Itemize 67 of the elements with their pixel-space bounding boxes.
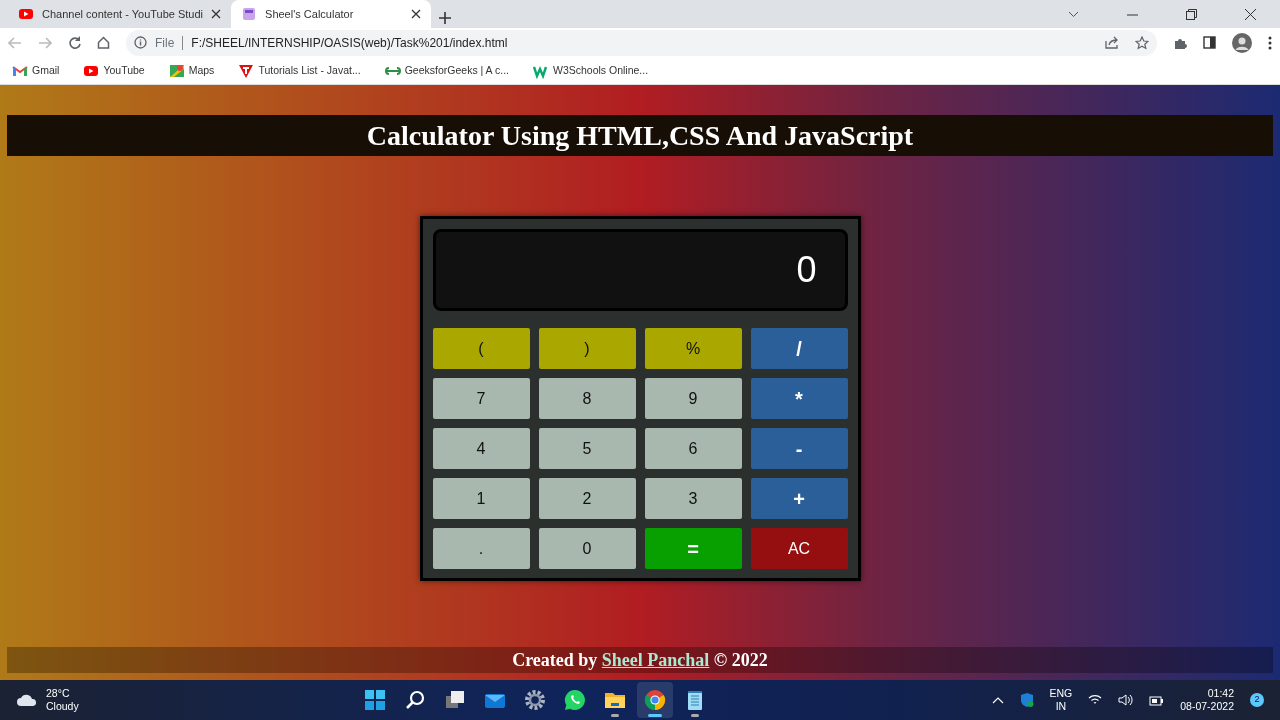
number-key[interactable]: 1	[432, 478, 530, 519]
youtube-icon	[18, 6, 34, 22]
more-menu-icon[interactable]	[1268, 35, 1272, 50]
star-icon[interactable]	[1135, 35, 1149, 50]
restore-icon[interactable]	[1186, 9, 1197, 20]
close-icon[interactable]	[1245, 9, 1256, 20]
function-key[interactable]: %	[644, 328, 742, 369]
home-icon[interactable]	[97, 36, 110, 49]
wifi-icon[interactable]	[1088, 694, 1103, 706]
language-indicator[interactable]: ENG IN	[1049, 686, 1073, 714]
number-key[interactable]: 7	[432, 378, 530, 419]
chevron-up-icon[interactable]	[991, 696, 1004, 704]
triangle-icon	[238, 62, 255, 79]
page-heading: Calculator Using HTML,CSS And JavaScript	[366, 119, 914, 152]
number-key[interactable]: 0	[538, 528, 636, 569]
avatar-icon[interactable]	[1232, 32, 1252, 53]
bookmark[interactable]: YouTube	[79, 62, 149, 79]
close-icon[interactable]	[411, 9, 422, 19]
number-key[interactable]: 9	[644, 378, 742, 419]
bookmark[interactable]: Gmail	[8, 62, 64, 79]
address-bar[interactable]: File F:/SHEEL/INTERNSHIP/OASIS(web)/Task%201/index.html	[126, 29, 1157, 56]
display-screen: 0	[432, 229, 848, 311]
cloud-icon	[16, 693, 38, 707]
shield-icon[interactable]	[1019, 692, 1034, 708]
operator-key[interactable]: /	[750, 328, 848, 369]
number-key[interactable]: 2	[538, 478, 636, 519]
share-icon[interactable]	[1105, 36, 1119, 49]
operator-key[interactable]: -	[750, 428, 848, 469]
weather-condition: Cloudy	[46, 700, 79, 714]
map-pin-icon	[168, 62, 185, 79]
battery-icon[interactable]	[1149, 694, 1165, 706]
reload-icon[interactable]	[68, 36, 81, 49]
plus-icon[interactable]	[439, 12, 452, 24]
chevron-down-icon[interactable]	[1068, 11, 1079, 18]
chat-bubble-icon	[563, 688, 588, 712]
bookmark[interactable]: W3Schools Online...	[528, 62, 653, 79]
author-link[interactable]: Sheel Panchal	[601, 649, 710, 670]
notification-badge[interactable]: 2	[1250, 693, 1264, 707]
side-panel-icon[interactable]	[1203, 36, 1216, 49]
clear-key[interactable]: AC	[750, 528, 848, 569]
number-key[interactable]: 8	[538, 378, 636, 419]
browser-tab[interactable]: Sheel's Calculator	[231, 0, 432, 28]
function-key[interactable]: )	[538, 328, 636, 369]
close-icon[interactable]	[211, 9, 222, 19]
operator-key[interactable]: +	[750, 478, 848, 519]
bookmark[interactable]: Maps	[164, 62, 219, 79]
footer-credit: Created by Sheel Panchal © 2022	[512, 649, 768, 671]
gear-icon	[523, 688, 548, 712]
calculator-page-icon	[241, 6, 258, 22]
number-key[interactable]: 6	[644, 428, 742, 469]
number-key[interactable]: 3	[644, 478, 742, 519]
minimize-icon[interactable]	[1127, 13, 1138, 16]
info-icon	[134, 36, 147, 49]
bookmark[interactable]: Tutorials List - Javat...	[234, 62, 365, 79]
number-key[interactable]: 4	[432, 428, 530, 469]
number-key[interactable]: 5	[538, 428, 636, 469]
taskbar-app[interactable]	[637, 682, 674, 718]
number-key[interactable]: .	[432, 528, 530, 569]
bookmark[interactable]: GeeksforGeeks | A c...	[380, 62, 513, 79]
temperature-text: 28°C	[46, 686, 71, 700]
function-key[interactable]: (	[432, 328, 530, 369]
chrome-icon	[643, 688, 668, 712]
speaker-icon[interactable]	[1118, 694, 1134, 706]
operator-key[interactable]: *	[750, 378, 848, 419]
browser-tab[interactable]: Channel content - YouTube Studi	[8, 0, 232, 28]
clock[interactable]: 01:42 08-07-2022	[1180, 686, 1234, 714]
windows-start-icon	[363, 688, 388, 712]
